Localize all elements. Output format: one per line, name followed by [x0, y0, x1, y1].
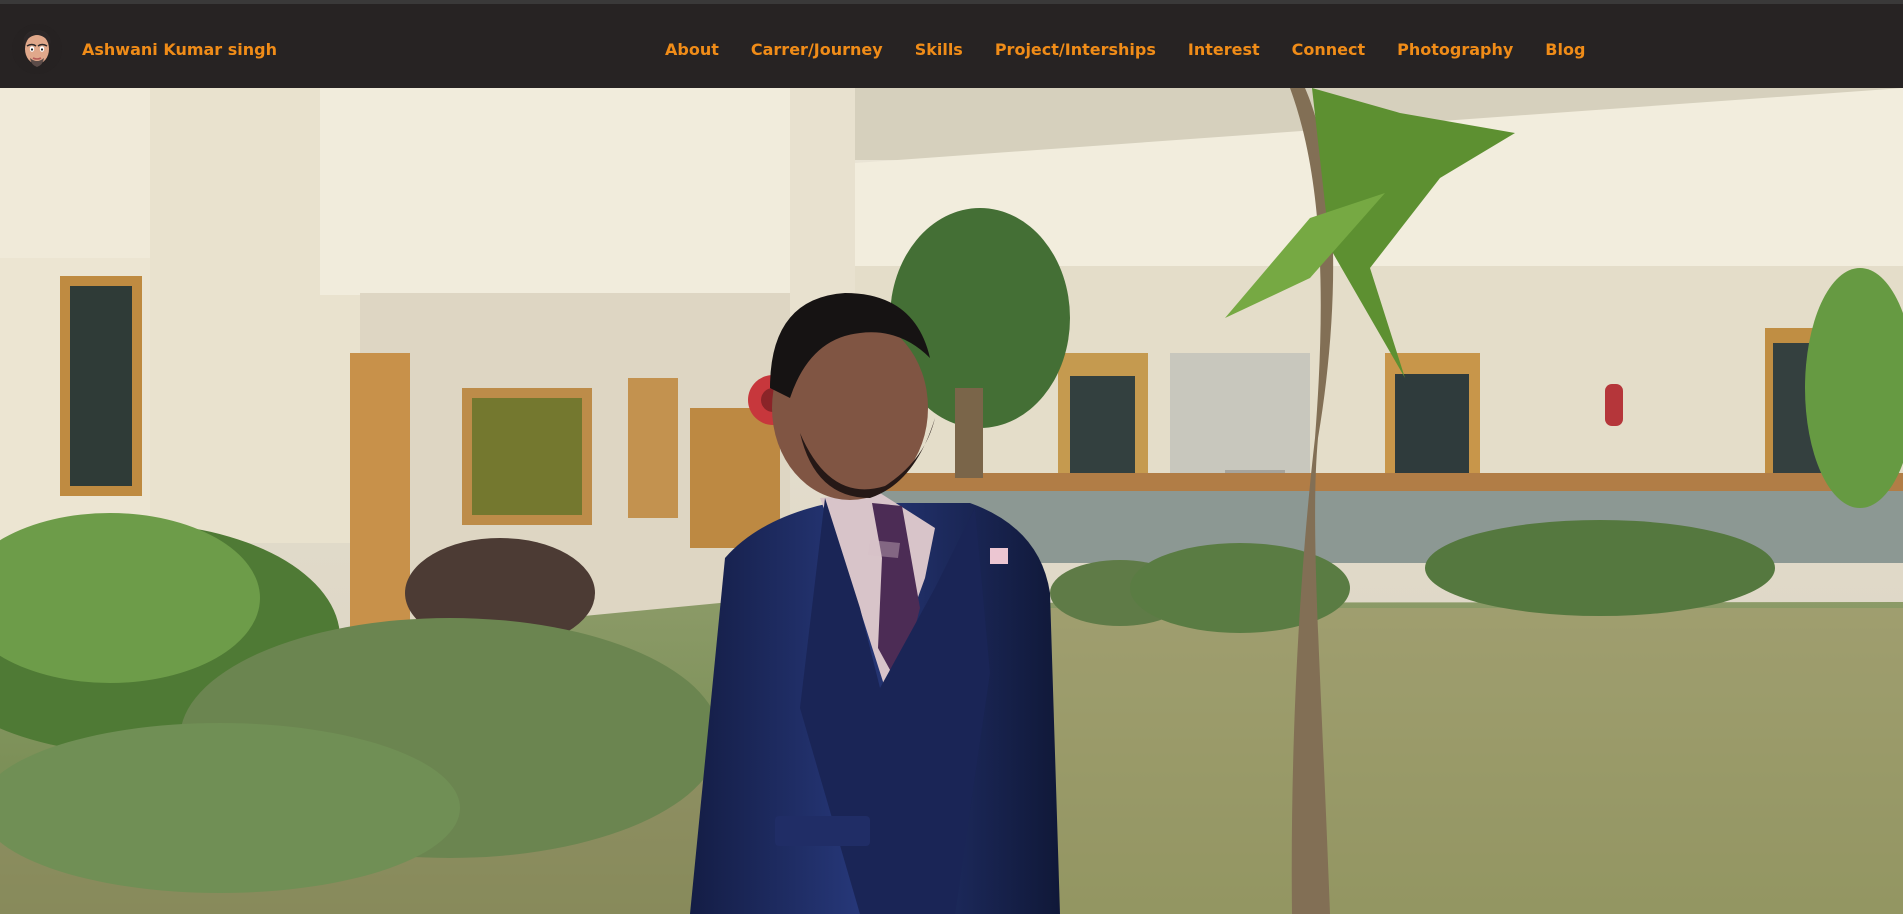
- main-navigation: About Carrer/Journey Skills Project/Inte…: [665, 40, 1585, 59]
- upper-balcony-wall: [320, 88, 790, 295]
- top-navbar: Ashwani Kumar singh About Carrer/Journey…: [0, 0, 1903, 88]
- wall-stripe: [855, 473, 1903, 491]
- left-window: [70, 286, 132, 486]
- pocket-square: [990, 548, 1008, 564]
- brand[interactable]: Ashwani Kumar singh: [12, 22, 277, 76]
- hero-photo: [0, 88, 1903, 914]
- right-bush: [1425, 520, 1775, 616]
- left-doorway: [350, 353, 410, 663]
- fire-extinguisher: [1605, 384, 1623, 426]
- person-avatar-icon[interactable]: [12, 24, 62, 74]
- front-hedge-left: [0, 723, 460, 893]
- nav-photography-link[interactable]: Photography: [1397, 40, 1513, 59]
- nav-skills-link[interactable]: Skills: [915, 40, 963, 59]
- nav-interest-link[interactable]: Interest: [1188, 40, 1260, 59]
- dry-grass-patch: [1015, 608, 1903, 914]
- nav-about-link[interactable]: About: [665, 40, 719, 59]
- palm-trunk: [955, 388, 983, 478]
- page: Ashwani Kumar singh About Carrer/Journey…: [0, 0, 1903, 914]
- notice-board: [472, 398, 582, 515]
- nav-blog-link[interactable]: Blog: [1545, 40, 1585, 59]
- nav-career-journey-link[interactable]: Carrer/Journey: [751, 40, 883, 59]
- hero-section: [0, 88, 1903, 914]
- center-column: [790, 88, 855, 318]
- nav-connect-link[interactable]: Connect: [1292, 40, 1366, 59]
- shirt-highlight: [868, 540, 900, 558]
- nav-projects-internships-link[interactable]: Project/Interships: [995, 40, 1156, 59]
- corridor-window-frame: [628, 378, 678, 518]
- brand-name[interactable]: Ashwani Kumar singh: [82, 40, 277, 59]
- jacket-pocket: [775, 816, 870, 846]
